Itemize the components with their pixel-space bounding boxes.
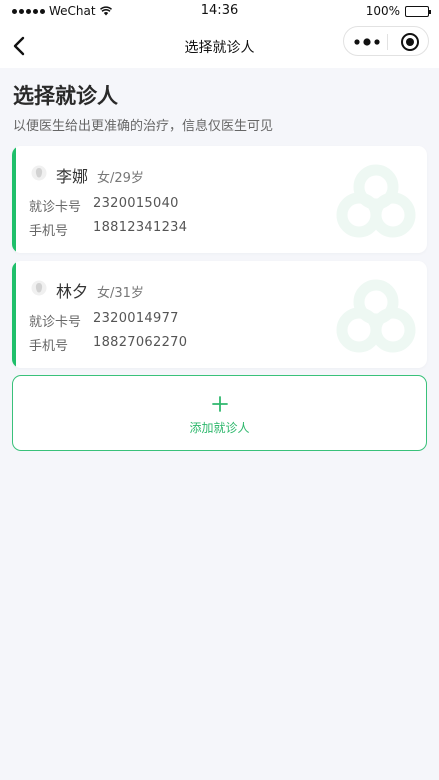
avatar-icon xyxy=(31,280,47,296)
more-dots-icon[interactable] xyxy=(352,35,382,49)
phone-label: 手机号 xyxy=(29,339,69,354)
status-right: 100% xyxy=(365,4,431,18)
watermark-logo-icon xyxy=(336,279,416,353)
card-number-value: 2320015040 xyxy=(93,196,179,211)
patient-name: 李娜 xyxy=(56,167,89,186)
card-number-value: 2320014977 xyxy=(93,311,179,326)
battery-percent: 100% xyxy=(365,4,400,18)
page-subtitle: 以便医生给出更准确的治疗，信息仅医生可见 xyxy=(13,119,274,134)
plus-icon xyxy=(212,396,228,412)
status-bar: WeChat 14:36 100% xyxy=(0,0,439,24)
capsule-divider xyxy=(387,34,388,50)
battery-icon xyxy=(405,5,431,17)
card-number-label: 就诊卡号 xyxy=(29,200,82,215)
mini-program-capsule xyxy=(343,26,429,56)
page-title: 选择就诊人 xyxy=(13,84,118,108)
card-number-label: 就诊卡号 xyxy=(29,315,82,330)
phone-value: 18827062270 xyxy=(93,335,188,350)
phone-label: 手机号 xyxy=(29,224,69,239)
nav-bar: 选择就诊人 xyxy=(0,24,439,68)
patient-card[interactable]: 李娜 女/29岁 就诊卡号 2320015040 手机号 18812341234 xyxy=(12,146,427,253)
patient-gender-age: 女/31岁 xyxy=(97,286,144,301)
patient-name: 林夕 xyxy=(56,282,89,301)
add-patient-label: 添加就诊人 xyxy=(189,421,250,435)
add-patient-button[interactable]: 添加就诊人 xyxy=(12,375,427,451)
card-accent-bar xyxy=(12,261,16,368)
capsule-close-icon[interactable] xyxy=(400,32,420,52)
phone-value: 18812341234 xyxy=(93,220,188,235)
patient-gender-age: 女/29岁 xyxy=(97,171,144,186)
avatar-icon xyxy=(31,165,47,181)
watermark-logo-icon xyxy=(336,164,416,238)
card-accent-bar xyxy=(12,146,16,253)
patient-card[interactable]: 林夕 女/31岁 就诊卡号 2320014977 手机号 18827062270 xyxy=(12,261,427,368)
